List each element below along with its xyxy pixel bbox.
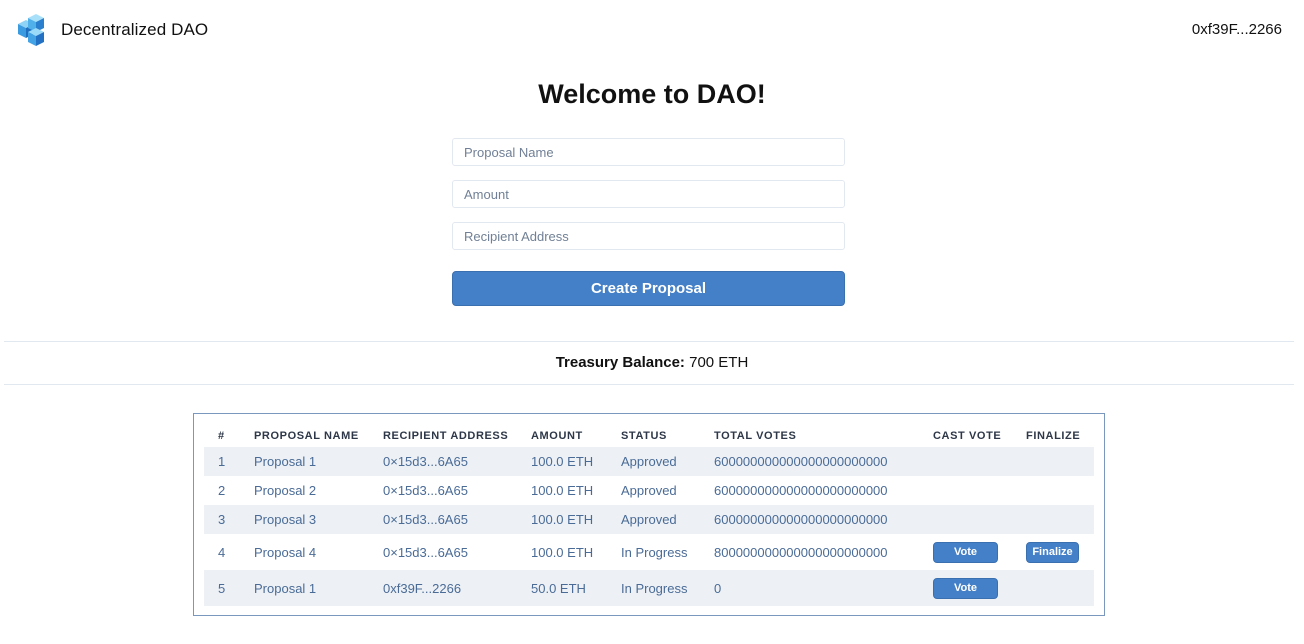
- finalize-cell: [1026, 476, 1094, 505]
- status: In Progress: [621, 544, 688, 560]
- vote-button[interactable]: Vote: [933, 541, 998, 563]
- proposal-id: 2: [218, 483, 226, 498]
- cast-vote-cell: [933, 505, 1026, 534]
- app-name: Decentralized DAO: [61, 20, 209, 39]
- total-votes: 600000000000000000000000: [714, 483, 888, 498]
- proposals-table: # PROPOSAL NAME RECIPIENT ADDRESS AMOUNT…: [204, 424, 1094, 606]
- top-navbar: Decentralized DAO 0xf39F...2266: [0, 0, 1304, 60]
- finalize-cell: [1026, 570, 1094, 606]
- recipient-address-input[interactable]: [452, 222, 845, 250]
- amount-input[interactable]: [452, 180, 845, 208]
- amount: 100.0 ETH: [531, 505, 621, 534]
- proposal-id: 3: [204, 505, 254, 534]
- create-proposal-button[interactable]: Create Proposal: [452, 271, 845, 306]
- recipient-address: 0×15d3...6A65: [383, 544, 468, 560]
- proposal-name: Proposal 1: [254, 570, 383, 606]
- table-row: 2 Proposal 2 0×15d3...6A65 100.0 ETH App…: [204, 476, 1094, 505]
- amount: 100.0 ETH: [531, 447, 621, 476]
- status: Approved: [621, 447, 714, 476]
- proposal-name: Proposal 3: [254, 505, 383, 534]
- finalize-cell: [1026, 447, 1094, 476]
- total-votes: 600000000000000000000000: [714, 505, 933, 534]
- finalize-cell: Finalize: [1026, 534, 1094, 570]
- column-header-status: STATUS: [621, 429, 667, 442]
- column-header-total-votes: TOTAL VOTES: [714, 429, 797, 442]
- proposal-name: Proposal 1: [254, 447, 383, 476]
- amount: 100.0 ETH: [531, 544, 594, 560]
- vote-button[interactable]: Vote: [933, 577, 998, 599]
- table-row: 4 Proposal 4 0×15d3...6A65 100.0 ETH In …: [204, 534, 1094, 570]
- treasury-balance: Treasury Balance: 700 ETH: [0, 354, 1304, 371]
- amount: 100.0 ETH: [531, 483, 594, 498]
- proposals-table-card: # PROPOSAL NAME RECIPIENT ADDRESS AMOUNT…: [193, 413, 1105, 616]
- proposal-id: 4: [218, 544, 226, 560]
- recipient-address: 0xf39F...2266: [383, 570, 531, 606]
- treasury-label: Treasury Balance:: [555, 354, 685, 371]
- status: Approved: [621, 505, 714, 534]
- column-header-amount: AMOUNT: [531, 429, 583, 442]
- total-votes: 800000000000000000000000: [714, 544, 888, 560]
- amount: 50.0 ETH: [531, 570, 621, 606]
- column-header-number: #: [218, 429, 225, 442]
- cast-vote-cell: Vote: [933, 534, 1026, 570]
- table-header-row: # PROPOSAL NAME RECIPIENT ADDRESS AMOUNT…: [204, 424, 1094, 447]
- divider: [4, 341, 1294, 342]
- table-row: 5 Proposal 1 0xf39F...2266 50.0 ETH In P…: [204, 570, 1094, 606]
- proposal-id: 5: [204, 570, 254, 606]
- total-votes: 600000000000000000000000: [714, 447, 933, 476]
- proposal-id: 1: [204, 447, 254, 476]
- table-row: 1 Proposal 1 0×15d3...6A65 100.0 ETH App…: [204, 447, 1094, 476]
- cast-vote-cell: [933, 447, 1026, 476]
- column-header-finalize: FINALIZE: [1026, 429, 1081, 442]
- proposal-name-input[interactable]: [452, 138, 845, 166]
- proposal-name: Proposal 4: [254, 544, 317, 560]
- account-address[interactable]: 0xf39F...2266: [1192, 21, 1282, 38]
- recipient-address: 0×15d3...6A65: [383, 505, 531, 534]
- column-header-proposal-name: PROPOSAL NAME: [254, 429, 359, 442]
- table-row: 3 Proposal 3 0×15d3...6A65 100.0 ETH App…: [204, 505, 1094, 534]
- treasury-value: 700 ETH: [689, 354, 749, 371]
- divider: [4, 384, 1294, 385]
- recipient-address: 0×15d3...6A65: [383, 483, 468, 498]
- recipient-address: 0×15d3...6A65: [383, 447, 531, 476]
- blue-cube-logo-icon: [18, 14, 44, 46]
- column-header-cast-vote: CAST VOTE: [933, 429, 1002, 442]
- status: Approved: [621, 483, 677, 498]
- total-votes: 0: [714, 570, 933, 606]
- brand[interactable]: Decentralized DAO: [14, 12, 208, 48]
- finalize-button[interactable]: Finalize: [1026, 541, 1079, 563]
- proposal-name: Proposal 2: [254, 483, 317, 498]
- cast-vote-cell: [933, 476, 1026, 505]
- cast-vote-cell: Vote: [933, 570, 1026, 606]
- column-header-recipient-address: RECIPIENT ADDRESS: [383, 429, 509, 442]
- status: In Progress: [621, 570, 714, 606]
- finalize-cell: [1026, 505, 1094, 534]
- page-title: Welcome to DAO!: [538, 79, 766, 109]
